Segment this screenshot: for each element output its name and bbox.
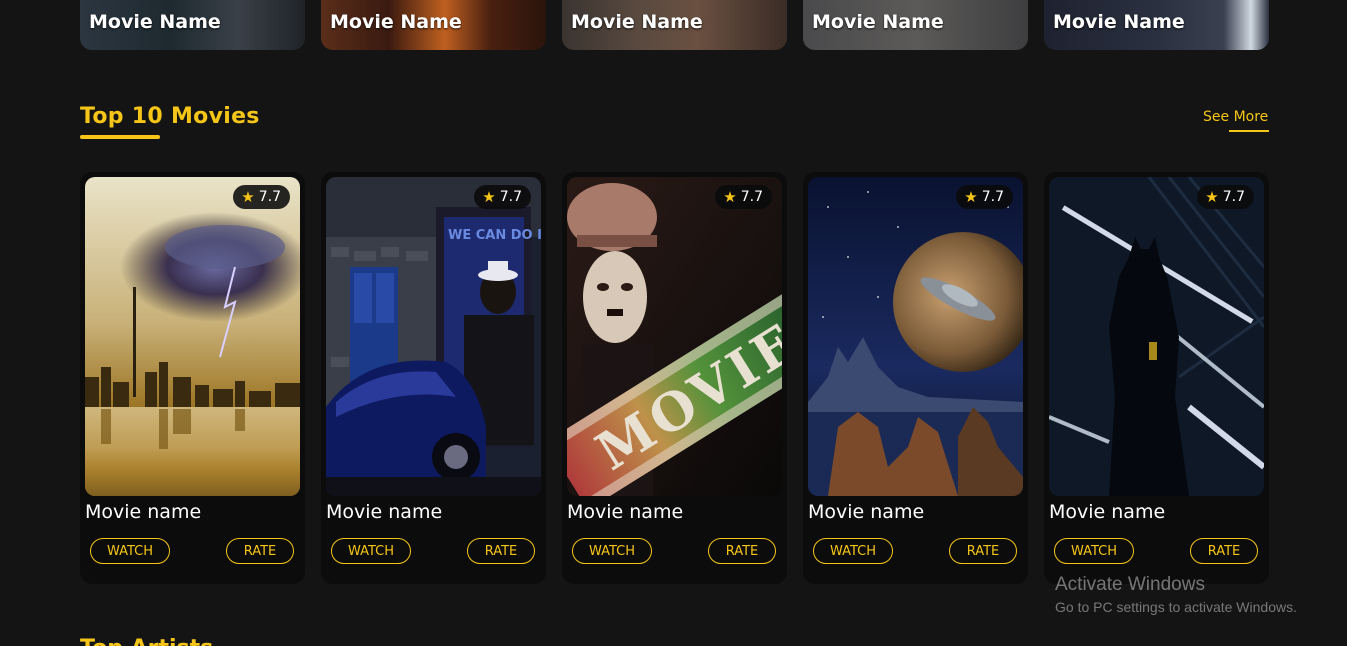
rate-button[interactable]: RATE (708, 538, 776, 564)
rate-button[interactable]: RATE (1190, 538, 1258, 564)
featured-card[interactable]: Movie Name (321, 0, 546, 50)
rating-badge: ★ 7.7 (715, 185, 772, 209)
star-icon: ★ (1205, 187, 1219, 206)
watch-button[interactable]: WATCH (572, 538, 652, 564)
movie-card[interactable]: ★ 7.7 Movie name WATCH RATE (803, 172, 1028, 584)
movie-name: Movie name (85, 501, 202, 523)
movie-poster[interactable]: ★ 7.7 (85, 177, 300, 496)
section-title: Top 10 Movies (80, 104, 260, 129)
featured-card-title: Movie Name (571, 11, 703, 33)
movie-name: Movie name (1049, 501, 1166, 523)
featured-card-title: Movie Name (89, 11, 221, 33)
movie-name: Movie name (326, 501, 443, 523)
rating-value: 7.7 (981, 189, 1004, 205)
section-title-underline (80, 135, 160, 139)
featured-card[interactable]: Movie Name (562, 0, 787, 50)
svg-text:WE CAN DO IT: WE CAN DO IT (448, 228, 541, 243)
star-icon: ★ (723, 187, 737, 206)
rating-badge: ★ 7.7 (956, 185, 1013, 209)
movie-app-page: Movie Name Movie Name Movie Name Movie N… (0, 0, 1347, 646)
movie-name: Movie name (808, 501, 925, 523)
featured-card[interactable]: Movie Name (1044, 0, 1269, 50)
movie-card[interactable]: ★ 7.7 Movie name WATCH RATE (80, 172, 305, 584)
movie-card[interactable]: MOVIE ★ 7.7 Movie name WATCH RATE (562, 172, 787, 584)
movie-poster[interactable]: MOVIE ★ 7.7 (567, 177, 782, 496)
rate-button[interactable]: RATE (949, 538, 1017, 564)
rating-value: 7.7 (740, 189, 763, 205)
star-icon: ★ (482, 187, 496, 206)
featured-card-title: Movie Name (330, 11, 462, 33)
see-more-underline (1229, 130, 1269, 132)
rating-badge: ★ 7.7 (233, 185, 290, 209)
watch-button[interactable]: WATCH (813, 538, 893, 564)
rating-badge: ★ 7.7 (1197, 185, 1254, 209)
rating-value: 7.7 (258, 189, 281, 205)
featured-card[interactable]: Movie Name (80, 0, 305, 50)
rating-value: 7.7 (499, 189, 522, 205)
rate-button[interactable]: RATE (226, 538, 294, 564)
movie-poster[interactable]: ★ 7.7 (808, 177, 1023, 496)
activate-windows-watermark: Activate Windows Go to PC settings to ac… (1055, 574, 1297, 615)
watermark-subtitle: Go to PC settings to activate Windows. (1055, 599, 1297, 615)
rate-button[interactable]: RATE (467, 538, 535, 564)
watch-button[interactable]: WATCH (90, 538, 170, 564)
movie-poster[interactable]: ★ 7.7 (1049, 177, 1264, 496)
featured-row: Movie Name Movie Name Movie Name Movie N… (80, 0, 1269, 50)
featured-card-title: Movie Name (1053, 11, 1185, 33)
movie-poster[interactable]: WE CAN DO IT ★ 7.7 (326, 177, 541, 496)
featured-card-title: Movie Name (812, 11, 944, 33)
featured-card[interactable]: Movie Name (803, 0, 1028, 50)
star-icon: ★ (241, 187, 255, 206)
see-more-link[interactable]: See More (1203, 109, 1268, 125)
star-icon: ★ (964, 187, 978, 206)
rating-badge: ★ 7.7 (474, 185, 531, 209)
watch-button[interactable]: WATCH (1054, 538, 1134, 564)
watch-button[interactable]: WATCH (331, 538, 411, 564)
movie-name: Movie name (567, 501, 684, 523)
watermark-title: Activate Windows (1055, 574, 1205, 595)
movie-card[interactable]: WE CAN DO IT ★ 7.7 Movie name WATCH RATE (321, 172, 546, 584)
next-section-title: Top Artists (80, 636, 213, 646)
rating-value: 7.7 (1222, 189, 1245, 205)
movie-card[interactable]: ★ 7.7 Movie name WATCH RATE (1044, 172, 1269, 584)
